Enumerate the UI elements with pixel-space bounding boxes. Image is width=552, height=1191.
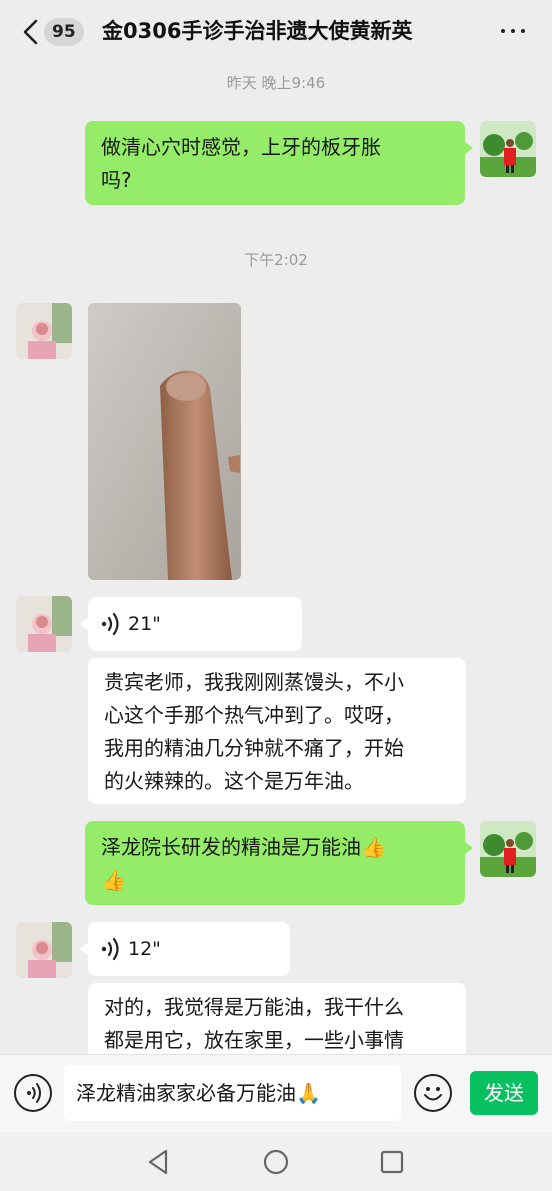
emoji-icon[interactable] xyxy=(414,1074,452,1112)
nav-recents-icon[interactable] xyxy=(378,1148,406,1176)
system-nav-bar xyxy=(0,1132,552,1191)
message-text: 对的，我觉得是万能油，我干什么 xyxy=(104,995,404,1019)
nav-home-icon[interactable] xyxy=(262,1148,290,1176)
voice-wave-icon xyxy=(101,937,119,961)
message-input-text: 泽龙精油家家必备万能油 xyxy=(76,1081,296,1105)
back-chevron-icon[interactable] xyxy=(20,18,42,46)
thumbs-up-emoji: 👍 xyxy=(361,835,386,859)
contact-avatar[interactable] xyxy=(16,922,72,978)
unread-count-badge[interactable]: 95 xyxy=(44,18,84,46)
my-avatar[interactable] xyxy=(480,821,536,877)
voice-duration: 12" xyxy=(128,938,161,960)
contact-avatar[interactable] xyxy=(16,303,72,359)
message-text: 做清心穴时感觉，上牙的板牙胀 xyxy=(101,135,381,159)
message-text: 我用的精油几分钟就不痛了，开始 xyxy=(104,736,404,760)
timestamp: 昨天 晚上9:46 xyxy=(226,74,326,92)
message-text: 心这个手那个热气冲到了。哎呀， xyxy=(104,703,404,727)
message-text: 泽龙院长研发的精油是万能油 xyxy=(101,835,361,859)
contact-avatar[interactable] xyxy=(16,596,72,652)
timestamp: 下午2:02 xyxy=(244,251,308,269)
input-bar: 泽龙精油家家必备万能油🙏 发送 xyxy=(0,1054,552,1132)
my-avatar[interactable] xyxy=(480,121,536,177)
message-bubble[interactable]: 贵宾老师，我我刚刚蒸馒头，不小 心这个手那个热气冲到了。哎呀， 我用的精油几分钟… xyxy=(88,658,466,804)
message-list[interactable]: 昨天 晚上9:46 做清心穴时感觉，上牙的板牙胀 吗? 下午2:02 21" 贵… xyxy=(0,64,552,1054)
chat-title: 金0306手诊手治非遗大使黄新英 xyxy=(102,19,413,43)
more-icon[interactable] xyxy=(500,24,526,38)
message-bubble[interactable]: 对的，我觉得是万能油，我干什么 都是用它，放在家里，一些小事情 xyxy=(88,983,466,1054)
voice-input-icon[interactable] xyxy=(14,1074,52,1112)
chat-header: 95 金0306手诊手治非遗大使黄新英 xyxy=(0,0,552,64)
message-text: 都是用它，放在家里，一些小事情 xyxy=(104,1028,404,1052)
voice-message[interactable]: 12" xyxy=(80,922,290,976)
voice-duration: 21" xyxy=(128,613,161,635)
message-bubble[interactable]: 泽龙院长研发的精油是万能油👍 👍 xyxy=(85,821,473,905)
nav-back-icon[interactable] xyxy=(144,1148,172,1176)
message-text: 的火辣辣的。这个是万年油。 xyxy=(104,769,364,793)
message-input[interactable]: 泽龙精油家家必备万能油🙏 xyxy=(64,1065,401,1121)
voice-message[interactable]: 21" xyxy=(80,597,302,651)
message-bubble[interactable]: 做清心穴时感觉，上牙的板牙胀 吗? xyxy=(85,121,473,205)
pray-emoji: 🙏 xyxy=(296,1081,321,1105)
image-message[interactable] xyxy=(88,303,241,580)
message-text: 吗? xyxy=(101,168,132,192)
message-text: 贵宾老师，我我刚刚蒸馒头，不小 xyxy=(104,670,404,694)
send-button[interactable]: 发送 xyxy=(470,1071,538,1115)
voice-wave-icon xyxy=(101,612,119,636)
thumbs-up-emoji: 👍 xyxy=(101,868,126,892)
